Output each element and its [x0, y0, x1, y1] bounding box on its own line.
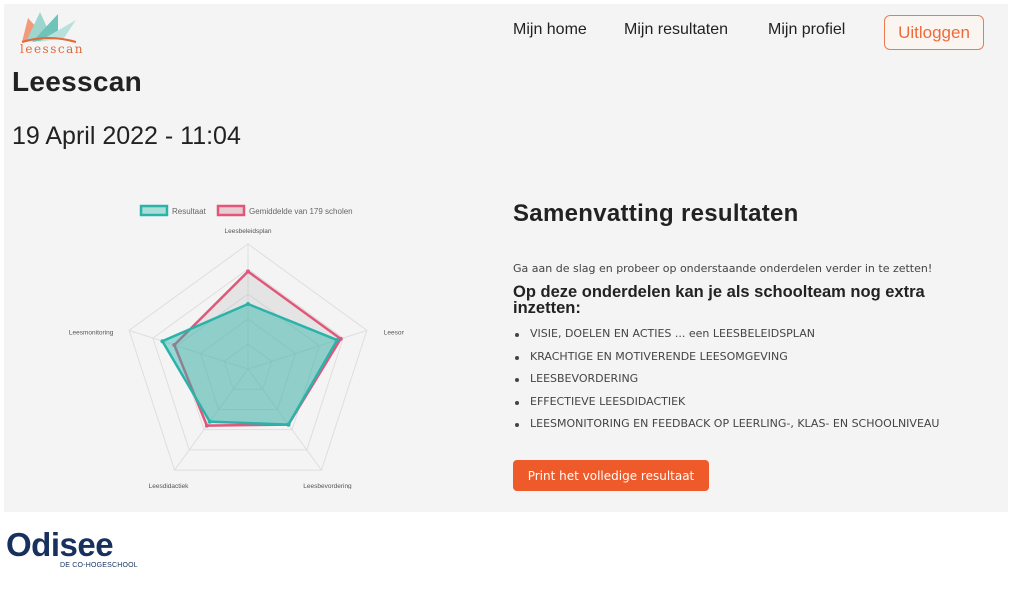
- data-point: [335, 338, 340, 343]
- axis-label: Leesbevordering: [303, 483, 352, 489]
- improvement-list: VISIE, DOELEN EN ACTIES ... een LEESBELE…: [513, 326, 939, 439]
- logout-button[interactable]: Uitloggen: [884, 15, 984, 50]
- odisee-logo: Odisee: [6, 526, 114, 563]
- odisee-tagline: DE CO-HOGESCHOOL: [60, 562, 138, 569]
- list-item: EFFECTIEVE LEESDIDACTIEK: [513, 394, 939, 417]
- axis-label: Leesomgeving: [384, 329, 404, 336]
- radar-chart: Resultaat Gemiddelde van 179 scholen Lee…: [69, 204, 404, 489]
- data-point: [338, 336, 343, 341]
- data-point: [246, 269, 250, 274]
- list-item: LEESMONITORING EN FEEDBACK OP LEERLING-,…: [513, 416, 939, 439]
- nav-home[interactable]: Mijn home: [513, 21, 587, 39]
- data-point: [204, 423, 209, 428]
- legend-average-label: Gemiddelde van 179 scholen: [249, 207, 353, 216]
- legend-swatch-average: [216, 204, 246, 217]
- legend-swatch-result: [139, 204, 169, 217]
- top-nav: Mijn home Mijn resultaten Mijn profiel U…: [4, 12, 1008, 50]
- print-results-button[interactable]: Print het volledige resultaat: [513, 460, 709, 491]
- axis-label: Leesmonitoring: [69, 329, 114, 336]
- data-point: [286, 422, 291, 427]
- summary-subheading: Op deze onderdelen kan je als schoolteam…: [513, 283, 925, 317]
- main-panel: leesscan Mijn home Mijn resultaten Mijn …: [4, 4, 1008, 512]
- legend-result-label: Resultaat: [172, 207, 207, 216]
- nav-results[interactable]: Mijn resultaten: [624, 21, 728, 39]
- axis-label: Leesbeleidsplan: [225, 228, 272, 235]
- data-point: [246, 302, 250, 306]
- list-item: KRACHTIGE EN MOTIVERENDE LEESOMGEVING: [513, 349, 939, 372]
- chart-legend[interactable]: Resultaat Gemiddelde van 179 scholen: [139, 204, 353, 217]
- summary-intro: Ga aan de slag en probeer op onderstaand…: [513, 262, 933, 275]
- scan-date: 19 April 2022 - 11:04: [12, 122, 241, 150]
- data-point: [207, 419, 212, 424]
- summary-title: Samenvatting resultaten: [513, 200, 799, 227]
- list-item: LEESBEVORDERING: [513, 371, 939, 394]
- axis-label: Leesdidactiek: [149, 483, 189, 489]
- nav-profile[interactable]: Mijn profiel: [768, 21, 845, 39]
- list-item: VISIE, DOELEN EN ACTIES ... een LEESBELE…: [513, 326, 939, 349]
- page-title: Leesscan: [12, 66, 143, 97]
- data-point: [160, 339, 165, 344]
